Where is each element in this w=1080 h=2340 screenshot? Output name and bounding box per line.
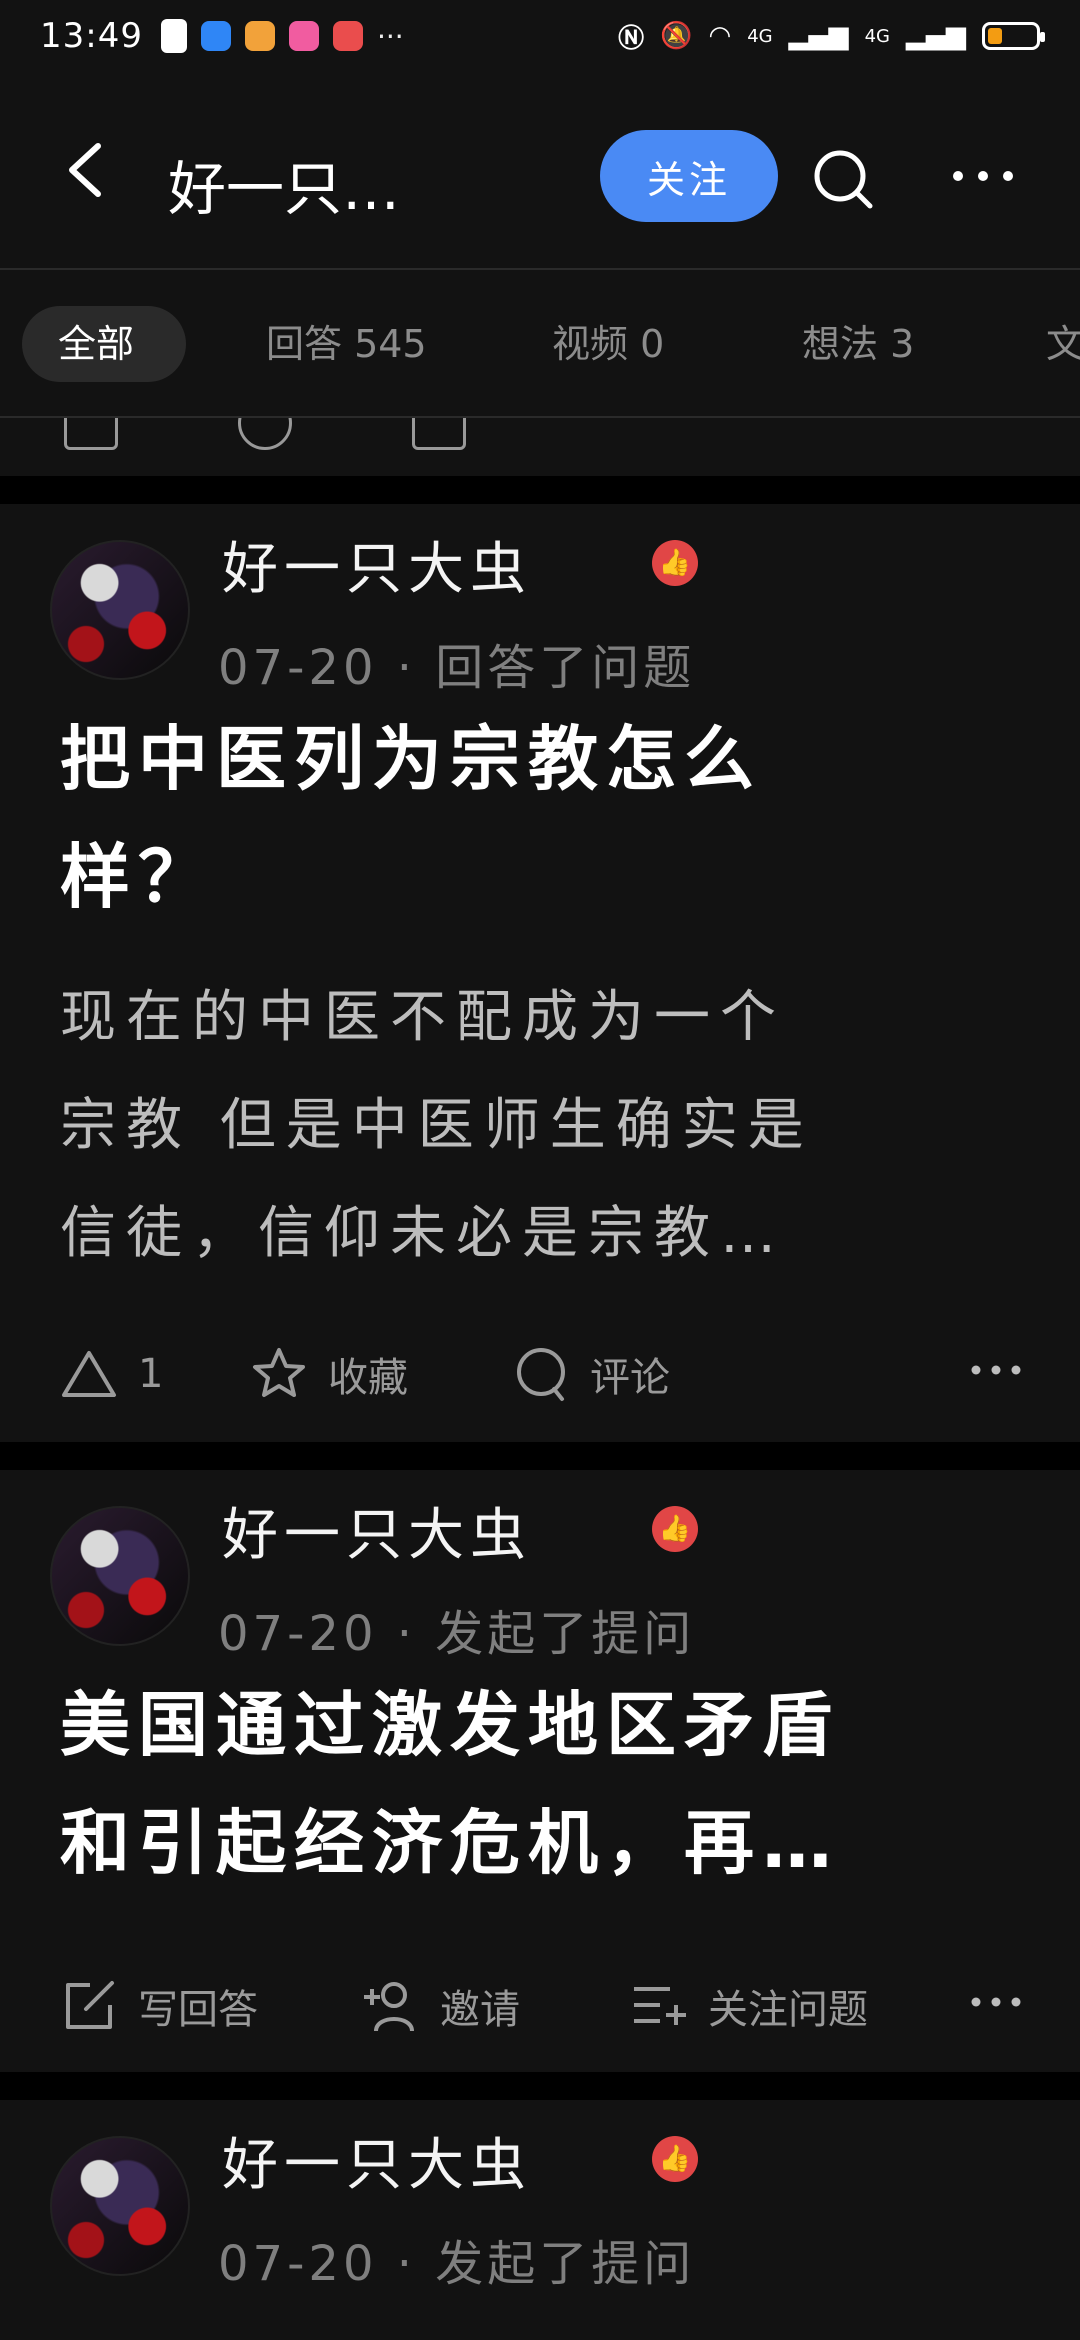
feed-card-answer[interactable]: 好一只大虫 👍 07-20 · 回答了问题 把中医列为宗教怎么 样？ 现在的中医… (0, 504, 1080, 1442)
invite-icon[interactable] (238, 418, 292, 450)
tab-answers[interactable]: 回答 545 (266, 306, 427, 382)
search-icon[interactable] (810, 146, 876, 212)
author-name[interactable]: 好一只大虫 (222, 1490, 532, 1571)
tab-all[interactable]: 全部 (22, 306, 186, 382)
network-label-a: 4G (747, 25, 773, 47)
write-answer-label: 写回答 (138, 1987, 258, 2033)
filter-tabs: 全部 回答 545 视频 0 想法 3 文 (0, 270, 1080, 418)
question-title-line: 美国通过激发地区矛盾 (60, 1684, 840, 1766)
author-name[interactable]: 好一只大虫 (222, 524, 532, 605)
card-actions: 1 收藏 评论 (0, 1334, 1080, 1414)
excerpt-line: 现在的中医不配成为一个 (60, 985, 786, 1050)
avatar[interactable] (50, 1506, 190, 1646)
avatar[interactable] (50, 2136, 190, 2276)
question-title-line: 和引起经济危机，再… (60, 1802, 840, 1884)
comment-label: 评论 (590, 1355, 670, 1401)
like-badge-icon: 👍 (652, 540, 698, 586)
cloud-app-icon (160, 19, 187, 53)
vote-button[interactable]: 1 (60, 1334, 163, 1414)
cloud-app-icon (200, 21, 231, 51)
follow-question-icon[interactable] (412, 418, 466, 450)
write-answer-button[interactable]: 写回答 (60, 1966, 258, 2046)
card-meta: 07-20 · 发起了提问 (218, 1606, 696, 1662)
wifi-icon: ◠ (708, 21, 732, 51)
feed-card-question[interactable]: 好一只大虫 👍 07-20 · 发起了提问 (0, 2100, 1080, 2340)
flower-app-icon (288, 21, 319, 51)
follow-question-label: 关注问题 (708, 1987, 868, 2033)
collect-button[interactable]: 收藏 (250, 1334, 408, 1414)
card-meta: 07-20 · 回答了问题 (218, 640, 696, 696)
top-app-bar: 好一只… 关注 (0, 72, 1080, 270)
card-more-icon[interactable] (970, 1994, 1022, 2010)
comment-button[interactable]: 评论 (512, 1334, 670, 1414)
answer-excerpt[interactable]: 现在的中医不配成为一个 宗教 但是中医师生确实是 信徒，信仰未必是宗教… (60, 964, 1020, 1288)
more-menu-icon[interactable] (950, 164, 1016, 188)
star-icon (253, 1348, 305, 1397)
follow-question-button[interactable]: 关注问题 (630, 1966, 868, 2046)
status-bar: 13:49 ··· Ⓝ 🔕 ◠ 4G ▂▄▆ 4G ▂▄▆ (0, 0, 1080, 72)
excerpt-line: 宗教 但是中医师生确实是 (60, 1093, 814, 1158)
tab-articles[interactable]: 文 (1046, 306, 1080, 382)
excerpt-line: 信徒，信仰未必是宗教… (60, 1201, 786, 1266)
mute-icon: 🔕 (660, 21, 693, 51)
nfc-icon: Ⓝ (618, 23, 645, 54)
tab-thoughts[interactable]: 想法 3 (802, 306, 914, 382)
notes-app-icon (332, 21, 363, 51)
tab-videos[interactable]: 视频 0 (552, 306, 664, 382)
battery-level (988, 28, 1002, 44)
status-time: 13:49 (40, 16, 143, 56)
follow-button[interactable]: 关注 (600, 130, 778, 222)
add-user-icon (364, 1982, 414, 2032)
back-arrow-icon[interactable] (58, 140, 118, 200)
question-title-line: 把中医列为宗教怎么 (60, 718, 762, 800)
battery-icon (982, 22, 1045, 50)
status-app-icons: ··· (160, 19, 404, 53)
card-meta: 07-20 · 发起了提问 (218, 2236, 696, 2292)
invite-label: 邀请 (440, 1987, 520, 2033)
status-right: Ⓝ 🔕 ◠ 4G ▂▄▆ 4G ▂▄▆ (618, 18, 1045, 55)
card-more-icon[interactable] (970, 1362, 1022, 1378)
page-title: 好一只… (168, 155, 401, 223)
list-add-icon (634, 1987, 686, 2025)
question-title[interactable]: 把中医列为宗教怎么 样？ (60, 700, 1000, 936)
vote-count: 1 (138, 1351, 164, 1397)
edit-icon (66, 1981, 114, 2029)
invite-button[interactable]: 邀请 (362, 1966, 520, 2046)
author-name[interactable]: 好一只大虫 (222, 2120, 532, 2201)
question-title[interactable]: 美国通过激发地区矛盾 和引起经济危机，再… (60, 1666, 1000, 1902)
signal-icon-a: ▂▄▆ (788, 21, 849, 51)
previous-action-icons (64, 418, 466, 450)
previous-card-actions (0, 418, 1080, 476)
collect-label: 收藏 (328, 1355, 408, 1401)
question-title-line: 样？ (60, 836, 216, 918)
card-actions: 写回答 邀请 关注问题 (0, 1966, 1080, 2046)
feed-card-question[interactable]: 好一只大虫 👍 07-20 · 发起了提问 美国通过激发地区矛盾 和引起经济危机… (0, 1470, 1080, 2072)
network-label-b: 4G (864, 25, 890, 47)
comment-icon (517, 1348, 565, 1401)
more-notifications: ··· (376, 19, 404, 53)
signal-icon-b: ▂▄▆ (906, 21, 966, 51)
like-badge-icon: 👍 (652, 1506, 698, 1552)
edit-icon[interactable] (64, 418, 118, 450)
avatar[interactable] (50, 540, 190, 680)
upvote-triangle-icon (62, 1351, 116, 1397)
map-app-icon (244, 21, 275, 51)
like-badge-icon: 👍 (652, 2136, 698, 2182)
